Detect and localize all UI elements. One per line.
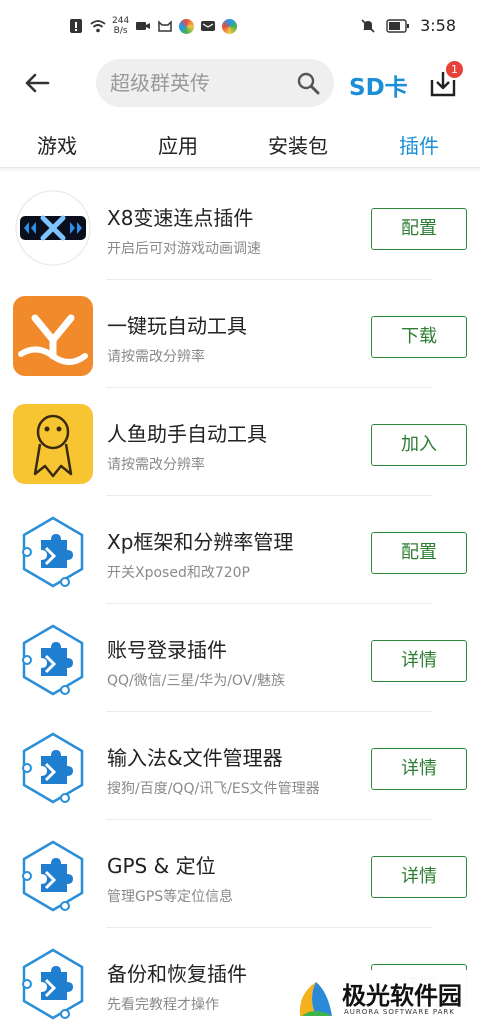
- plugin-title: 账号登录插件: [107, 638, 227, 662]
- tab-packages[interactable]: 安装包: [268, 130, 328, 159]
- watermark-subtext: AURORA SOFTWARE PARK: [344, 1008, 455, 1016]
- plugin-subtitle: 请按需改分辨率: [107, 457, 205, 473]
- tab-games[interactable]: 游戏: [37, 130, 77, 159]
- plugin-title: 人鱼助手自动工具: [107, 422, 267, 446]
- details-button[interactable]: 详情: [371, 856, 467, 898]
- list-item[interactable]: X8变速连点插件 开启后可对游戏动画调速 配置: [0, 172, 480, 280]
- cat-icon: [158, 20, 172, 32]
- puzzle-hex-icon: [22, 840, 84, 912]
- network-speed: 244 B/s: [112, 16, 129, 36]
- sd-card-button[interactable]: SD卡: [349, 68, 408, 102]
- status-bar-left: 244 B/s: [68, 16, 238, 36]
- list-item[interactable]: 账号登录插件 QQ/微信/三星/华为/OV/魅族 详情: [0, 604, 480, 712]
- plugin-title: 输入法&文件管理器: [107, 746, 283, 770]
- mermaid-icon: [13, 404, 93, 484]
- tab-apps[interactable]: 应用: [158, 130, 198, 159]
- mute-bell-icon: [361, 18, 375, 33]
- plugin-title: GPS & 定位: [107, 854, 216, 878]
- watermark-text: 极光软件园: [342, 982, 462, 1010]
- puzzle-hex-icon: [22, 948, 84, 1020]
- details-button[interactable]: 详情: [371, 640, 467, 682]
- download-button[interactable]: 下载: [371, 316, 467, 358]
- puzzle-hex-icon: [22, 516, 84, 588]
- network-speed-value: 244: [112, 16, 130, 26]
- plugin-title: X8变速连点插件: [107, 206, 254, 230]
- watermark: 极光软件园 AURORA SOFTWARE PARK: [286, 970, 480, 1029]
- aurora-logo-icon: [299, 982, 332, 1016]
- plugin-subtitle: 开关Xposed和改720P: [107, 565, 251, 581]
- puzzle-hex-icon: [22, 624, 84, 696]
- status-time: 3:58: [420, 16, 456, 35]
- list-item[interactable]: 人鱼助手自动工具 请按需改分辨率 加入: [0, 388, 480, 496]
- list-item[interactable]: 一键玩自动工具 请按需改分辨率 下载: [0, 280, 480, 388]
- plugin-subtitle: 开启后可对游戏动画调速: [107, 241, 261, 257]
- plugin-title: 一键玩自动工具: [107, 314, 247, 338]
- tab-plugins[interactable]: 插件: [399, 130, 439, 159]
- search-icon[interactable]: [296, 71, 320, 95]
- mail-icon: [201, 21, 216, 31]
- configure-button[interactable]: 配置: [371, 532, 467, 574]
- top-bar: SD卡 1: [0, 58, 480, 108]
- x8-speed-icon: [15, 190, 91, 266]
- wifi-icon: [90, 20, 106, 33]
- y-logo-icon: [13, 296, 93, 376]
- plugin-subtitle: 搜狗/百度/QQ/讯飞/ES文件管理器: [107, 781, 320, 797]
- search-input[interactable]: [110, 69, 290, 97]
- status-bar: 244 B/s 3:58: [0, 0, 480, 56]
- app-color-icon: [179, 18, 195, 34]
- search-box[interactable]: [96, 59, 334, 107]
- network-speed-unit: B/s: [113, 26, 128, 36]
- back-arrow-icon[interactable]: [22, 68, 52, 98]
- app-color-icon: [222, 18, 238, 34]
- details-button[interactable]: 详情: [371, 748, 467, 790]
- plugin-subtitle: 先看完教程才操作: [107, 997, 219, 1013]
- join-button[interactable]: 加入: [371, 424, 467, 466]
- category-tabs: 游戏 应用 安装包 插件: [0, 122, 480, 168]
- puzzle-hex-icon: [22, 732, 84, 804]
- plugin-title: Xp框架和分辨率管理: [107, 530, 294, 554]
- list-item[interactable]: 输入法&文件管理器 搜狗/百度/QQ/讯飞/ES文件管理器 详情: [0, 712, 480, 820]
- battery-icon: [386, 18, 410, 33]
- video-icon: [136, 22, 151, 30]
- plugin-subtitle: 请按需改分辨率: [107, 349, 205, 365]
- list-item[interactable]: Xp框架和分辨率管理 开关Xposed和改720P 配置: [0, 496, 480, 604]
- alert-icon: [70, 19, 82, 33]
- plugin-subtitle: 管理GPS等定位信息: [107, 889, 234, 905]
- configure-button[interactable]: 配置: [371, 208, 467, 250]
- plugin-title: 备份和恢复插件: [107, 962, 247, 986]
- status-bar-right: 3:58: [360, 16, 456, 35]
- download-badge: 1: [446, 61, 463, 78]
- plugin-subtitle: QQ/微信/三星/华为/OV/魅族: [107, 673, 285, 689]
- list-item[interactable]: GPS & 定位 管理GPS等定位信息 详情: [0, 820, 480, 928]
